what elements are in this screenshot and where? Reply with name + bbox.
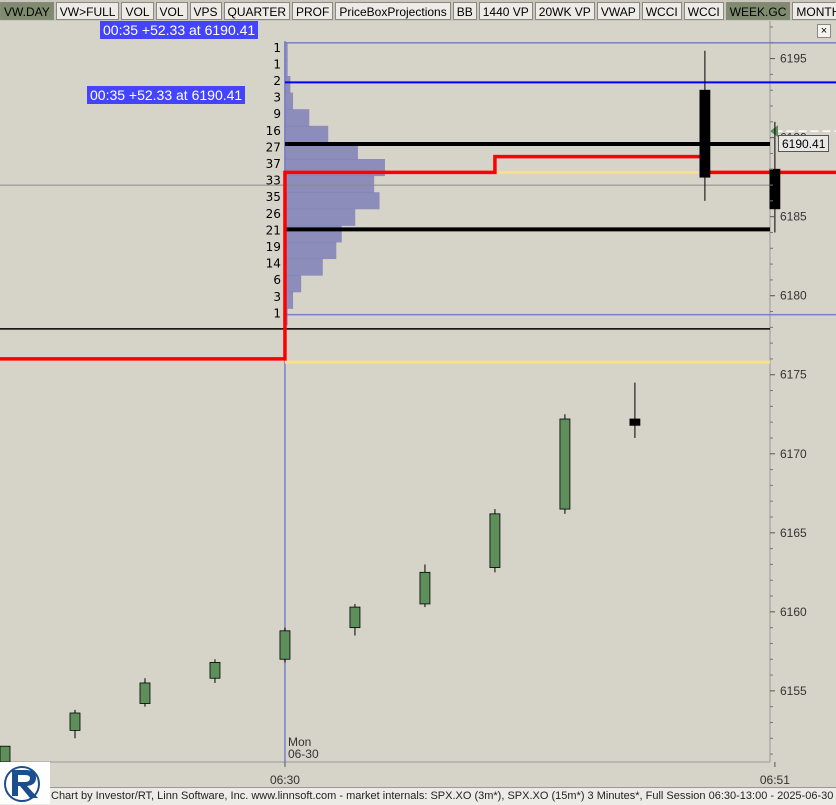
- price-tick-label: 6170: [780, 447, 807, 461]
- time-tick-label: 06:30: [270, 773, 300, 787]
- toolbar-button-4[interactable]: VPS: [189, 1, 222, 20]
- profile-count-label: 6: [273, 273, 281, 287]
- profile-count-label: 27: [266, 140, 281, 154]
- candle-body: [559, 418, 571, 510]
- price-level-label: 00:35 +52.33 at 6190.41: [87, 86, 246, 104]
- price-tick-label: 6160: [780, 605, 807, 619]
- indicator-toolbar: VW.DAY VW>FULL VOL VOL VPS QUARTER PROF PriceBo…: [0, 0, 836, 21]
- crosshair-tooltip: 00:35 +52.33 at 6190.41: [100, 21, 259, 39]
- footer-text: Chart by Investor/RT, Linn Software, Inc…: [51, 790, 836, 802]
- status-footer: Chart by Investor/RT, Linn Software, Inc…: [0, 787, 836, 805]
- toolbar-button-2[interactable]: VOL: [121, 1, 154, 20]
- candle-body: [629, 418, 641, 426]
- price-tick-label: 6165: [780, 526, 807, 540]
- toolbar-button-0[interactable]: VW.DAY: [0, 1, 54, 20]
- profile-count-label: 9: [273, 107, 281, 121]
- volume-profile-bar: [284, 175, 375, 193]
- profile-count-label: 26: [266, 207, 281, 221]
- profile-count-label: 3: [273, 91, 281, 105]
- toolbar-button-5[interactable]: QUARTER: [223, 1, 290, 20]
- toolbar-button-7[interactable]: PriceBoxProjections: [335, 1, 451, 20]
- volume-profile-bar: [284, 258, 323, 276]
- profile-count-label: 1: [273, 306, 281, 320]
- toolbar-button-8[interactable]: BB: [452, 1, 477, 20]
- candle-body: [699, 89, 711, 178]
- toolbar-button-3[interactable]: VOL: [155, 1, 188, 20]
- volume-profile-bar: [284, 275, 302, 293]
- profile-count-label: 3: [273, 290, 281, 304]
- volume-profile-bar: [284, 76, 291, 94]
- volume-profile-bar: [284, 241, 337, 260]
- volume-profile-bar: [284, 92, 294, 110]
- toolbar-button-13[interactable]: WCCI: [683, 1, 724, 20]
- candle-body: [209, 662, 221, 679]
- toolbar-button-12[interactable]: WCCI: [641, 1, 682, 20]
- toolbar-button-11[interactable]: VWAP: [596, 1, 640, 20]
- chart-background: [0, 0, 836, 804]
- toolbar-button-9[interactable]: 1440 VP: [478, 1, 533, 20]
- volume-profile-bar: [284, 192, 380, 210]
- price-tick-label: 6185: [780, 210, 807, 224]
- profile-count-label: 21: [266, 223, 281, 237]
- profile-count-label: 14: [266, 257, 281, 271]
- candle-body: [349, 606, 361, 629]
- price-tick-label: 6175: [780, 368, 807, 382]
- time-tick-label: 06:51: [760, 773, 790, 787]
- investor-rt-logo: [0, 762, 50, 804]
- volume-profile-bar: [284, 109, 310, 127]
- candle-body: [279, 630, 291, 660]
- date-label: 06-30: [288, 747, 319, 761]
- candle-body: [69, 712, 81, 731]
- candle-body: [489, 513, 501, 568]
- profile-count-label: 19: [266, 240, 281, 254]
- toolbar-button-10[interactable]: 20WK VP: [534, 1, 595, 20]
- candle-body: [0, 745, 11, 763]
- candle-body: [139, 682, 151, 704]
- toolbar-button-14[interactable]: WEEK.GC: [725, 1, 791, 20]
- profile-count-label: 1: [273, 41, 281, 55]
- volume-profile-bar: [284, 125, 329, 143]
- close-button[interactable]: ×: [817, 24, 831, 38]
- price-tick-label: 6155: [780, 684, 807, 698]
- candle-body: [769, 168, 781, 210]
- price-tick-label: 6195: [780, 52, 807, 66]
- profile-count-label: 35: [266, 190, 281, 204]
- profile-count-label: 16: [266, 124, 281, 138]
- profile-count-label: 33: [266, 174, 281, 188]
- profile-count-label: 1: [273, 57, 281, 71]
- toolbar-button-1[interactable]: VW>FULL: [55, 1, 120, 20]
- price-tick-label: 6180: [780, 289, 807, 303]
- toolbar-button-15[interactable]: MONTHLY.GC: [792, 1, 836, 20]
- candle-body: [419, 571, 431, 605]
- profile-count-label: 2: [273, 74, 281, 88]
- last-price-flag: 6190.41: [778, 135, 830, 152]
- volume-profile-bar: [284, 208, 356, 226]
- profile-count-label: 37: [266, 157, 281, 171]
- toolbar-button-6[interactable]: PROF: [291, 1, 334, 20]
- price-chart[interactable]: 1123916273733352621191463109:06 6187.206…: [0, 0, 836, 804]
